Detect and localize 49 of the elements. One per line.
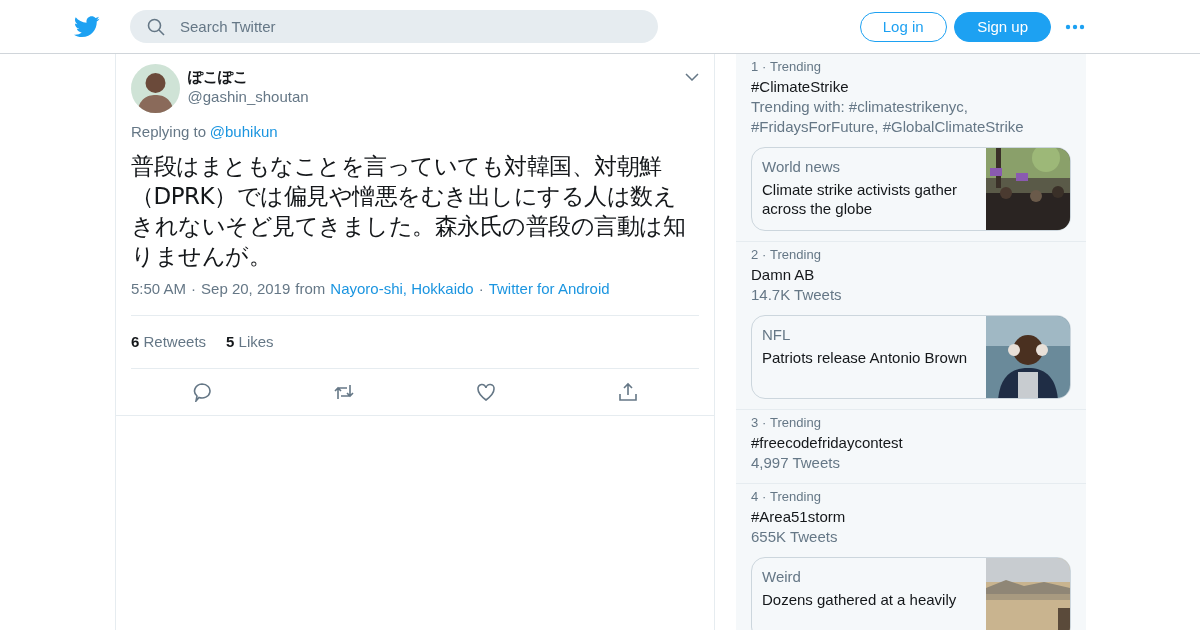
trend-subtitle: 4,997 Tweets [751, 453, 841, 473]
trend-rank: 2 [751, 246, 759, 264]
news-card[interactable]: Weird Dozens gathered at a heavily [751, 557, 1071, 630]
trend-subtitle: 655K Tweets [751, 527, 839, 547]
trend-rank: 3 [751, 414, 759, 432]
news-headline: Patriots release Antonio Brown [762, 347, 969, 367]
more-icon[interactable] [1065, 23, 1085, 30]
news-card[interactable]: World news Climate strike activists gather across the globe [751, 147, 1071, 231]
trend-subtitle: Trending with: #climatestrikenyc, #FridaysForFuture, #GlobalClimateStrike [751, 97, 1025, 137]
share-icon[interactable] [618, 382, 638, 402]
trend-subtitle: 14.7K Tweets [751, 285, 843, 305]
trend-label: Trending [770, 58, 821, 76]
news-card[interactable]: NFL Patriots release Antonio Brown [751, 315, 1071, 399]
trend-rank: 4 [751, 488, 759, 506]
trend-label: Trending [770, 414, 821, 432]
separator-dot: · [478, 279, 484, 299]
bird-logo-icon[interactable] [74, 15, 100, 38]
trend-title[interactable]: #ClimateStrike [751, 77, 1071, 97]
separator-dot: · [762, 414, 767, 432]
trend-title[interactable]: Damn AB [751, 265, 1071, 285]
separator-dot: · [191, 279, 197, 299]
avatar[interactable] [131, 64, 180, 113]
trend-title[interactable]: #Area51storm [751, 507, 1071, 527]
trend-title[interactable]: #freecodefridaycontest [751, 433, 1071, 453]
news-category: World news [762, 157, 842, 176]
tweet-time: 5:50 AM [131, 279, 187, 299]
separator-dot: · [762, 488, 767, 506]
heart-icon[interactable] [476, 382, 496, 402]
from-label: from [295, 279, 326, 299]
tweet-date: Sep 20, 2019 [201, 279, 291, 299]
separator-dot: · [762, 246, 767, 264]
stat-link[interactable]: 5 Likes [226, 330, 274, 353]
news-category: Weird [762, 567, 802, 586]
news-category: NFL [762, 325, 792, 344]
tweet-text: 普段はまともなことを言っていても対韓国、対朝鮮（DPRK）では偏見や憎悪をむき出しにする人は数えきれないそど見てきました。森永氏の普段の言動は知りませんが。 [131, 151, 686, 271]
retweet-icon[interactable] [334, 382, 354, 402]
news-headline: Climate strike activists gather across the globe [762, 179, 959, 218]
search-field[interactable]: Search Twitter [130, 10, 658, 43]
trend-label: Trending [770, 488, 821, 506]
news-headline: Dozens gathered at a heavily [762, 589, 958, 609]
stat-link[interactable]: 6 Retweets [131, 330, 207, 353]
reply-icon[interactable] [192, 382, 212, 402]
display-name[interactable]: ぽこぽこ [187, 68, 685, 87]
trend-rank: 1 [751, 58, 759, 76]
chevron-down-icon[interactable] [685, 73, 699, 81]
trend-label: Trending [770, 246, 821, 264]
replying-label: Replying to [131, 121, 207, 142]
separator-dot: · [762, 58, 767, 76]
user-handle[interactable]: @gashin_shoutan [187, 87, 685, 106]
